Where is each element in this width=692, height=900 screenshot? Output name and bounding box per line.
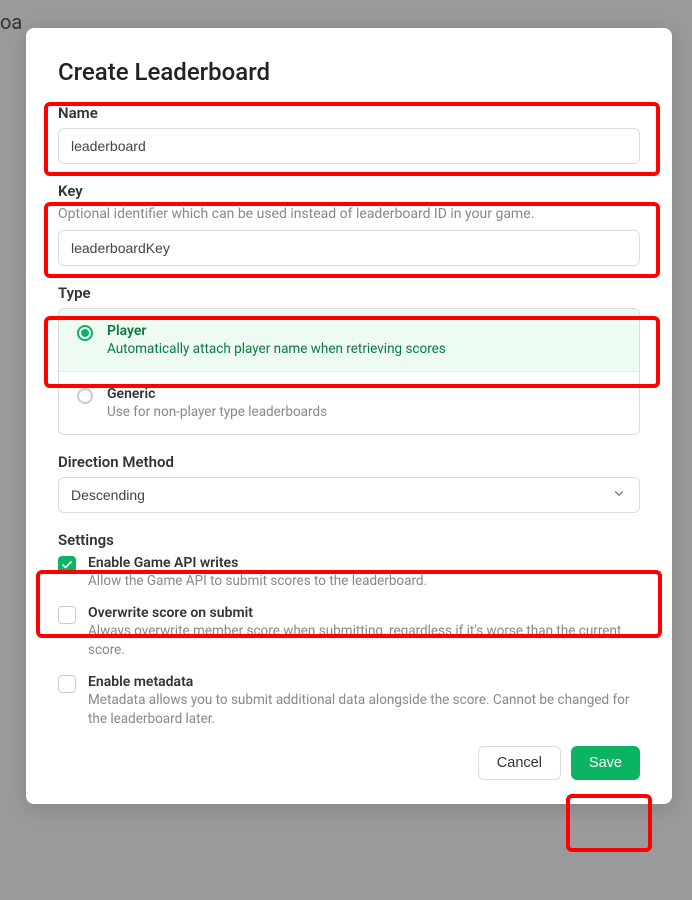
save-button[interactable]: Save [571, 746, 640, 780]
radio-icon [77, 325, 93, 341]
checkbox-enable-api-writes[interactable] [58, 556, 76, 574]
check-desc: Metadata allows you to submit additional… [88, 691, 640, 729]
cancel-button[interactable]: Cancel [478, 746, 561, 780]
radio-desc: Use for non-player type leaderboards [107, 404, 621, 420]
type-option-generic[interactable]: Generic Use for non-player type leaderbo… [59, 371, 639, 434]
check-body: Overwrite score on submit Always overwri… [88, 605, 640, 660]
checkbox-overwrite-score[interactable] [58, 606, 76, 624]
settings-label: Settings [58, 531, 640, 549]
checkbox-enable-metadata[interactable] [58, 675, 76, 693]
radio-body: Player Automatically attach player name … [107, 323, 621, 357]
radio-desc: Automatically attach player name when re… [107, 341, 621, 357]
setting-overwrite-score: Overwrite score on submit Always overwri… [58, 605, 640, 660]
direction-select-wrap: Descending [58, 477, 640, 513]
direction-select[interactable]: Descending [58, 477, 640, 513]
radio-icon [77, 388, 93, 404]
check-desc: Allow the Game API to submit scores to t… [88, 572, 640, 591]
name-label: Name [58, 104, 640, 122]
modal-actions: Cancel Save [58, 746, 640, 780]
check-title: Enable metadata [88, 674, 640, 690]
setting-enable-api-writes: Enable Game API writes Allow the Game AP… [58, 555, 640, 591]
direction-label: Direction Method [58, 453, 640, 471]
setting-enable-metadata: Enable metadata Metadata allows you to s… [58, 674, 640, 729]
create-leaderboard-modal: Create Leaderboard Name Key Optional ide… [26, 28, 672, 804]
direction-field-group: Direction Method Descending [58, 453, 640, 513]
check-title: Enable Game API writes [88, 555, 640, 571]
type-field-group: Type Player Automatically attach player … [58, 284, 640, 435]
radio-title: Player [107, 323, 621, 339]
check-body: Enable Game API writes Allow the Game AP… [88, 555, 640, 591]
key-label: Key [58, 182, 640, 200]
check-title: Overwrite score on submit [88, 605, 640, 621]
radio-title: Generic [107, 386, 621, 402]
key-field-group: Key Optional identifier which can be use… [58, 182, 640, 266]
check-desc: Always overwrite member score when submi… [88, 622, 640, 660]
name-field-group: Name [58, 104, 640, 164]
type-option-player[interactable]: Player Automatically attach player name … [59, 309, 639, 371]
modal-title: Create Leaderboard [58, 58, 640, 86]
background-text: oa [0, 10, 22, 34]
type-radio-group: Player Automatically attach player name … [58, 308, 640, 435]
check-body: Enable metadata Metadata allows you to s… [88, 674, 640, 729]
type-label: Type [58, 284, 640, 302]
name-input[interactable] [58, 128, 640, 164]
key-input[interactable] [58, 230, 640, 266]
settings-field-group: Settings [58, 531, 640, 549]
key-hint: Optional identifier which can be used in… [58, 206, 640, 222]
radio-body: Generic Use for non-player type leaderbo… [107, 386, 621, 420]
